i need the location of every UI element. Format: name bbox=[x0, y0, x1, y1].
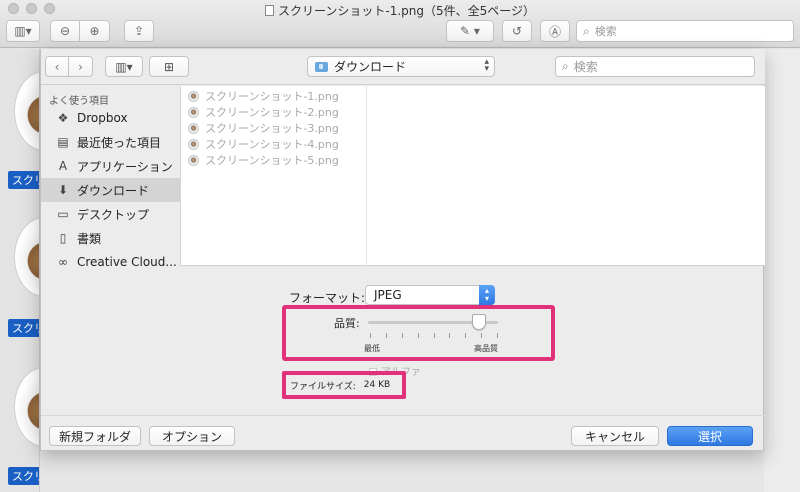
file-item[interactable]: スクリーンショット-4.png bbox=[188, 136, 339, 152]
zoom-in-button[interactable]: ⊕ bbox=[80, 20, 110, 42]
file-item[interactable]: スクリーンショット-1.png bbox=[188, 88, 339, 104]
slider-tick bbox=[497, 333, 498, 338]
sidebar-item-creative-cloud[interactable]: ∞ Creative Cloud... bbox=[41, 250, 180, 266]
thumbnail-image[interactable] bbox=[14, 217, 39, 297]
pen-icon: ✎ ▾ bbox=[460, 24, 480, 38]
sheet-button-bar: 新規フォルダ オプション キャンセル 選択 bbox=[41, 415, 765, 451]
thumbnail-sidebar: スクリ スクリ スクリーン…ト-3.png bbox=[0, 49, 40, 492]
view-mode-button[interactable]: ▥▾ bbox=[105, 56, 143, 77]
file-column: スクリーンショット-1.png スクリーンショット-2.png スクリーンショッ… bbox=[182, 86, 367, 266]
filesize-value: 24 KB bbox=[363, 380, 391, 390]
thumbnail-label[interactable]: スクリ bbox=[8, 171, 39, 189]
slider-tick bbox=[386, 333, 387, 338]
window-title: スクリーンショット-1.png（5件、全5ページ） bbox=[0, 2, 800, 19]
rotate-icon: ↺ bbox=[511, 24, 523, 38]
new-folder-button[interactable]: 新規フォルダ bbox=[49, 426, 141, 446]
rotate-button[interactable]: ↺ bbox=[502, 20, 532, 42]
markup-icon: Ⓐ bbox=[548, 24, 561, 39]
quality-slider-thumb[interactable] bbox=[472, 314, 486, 330]
share-button[interactable]: ⇪ bbox=[124, 20, 154, 42]
quality-slider-ticks bbox=[370, 333, 498, 339]
slider-tick bbox=[370, 333, 371, 338]
slider-tick bbox=[418, 333, 419, 338]
quality-label: 品質: bbox=[334, 317, 360, 330]
slider-tick bbox=[434, 333, 435, 338]
app-toolbar: スクリーンショット-1.png（5件、全5ページ） ▥▾ ⊖ ⊕ ⇪ ✎ ▾ ↺… bbox=[0, 0, 800, 48]
forward-button[interactable]: › bbox=[69, 56, 93, 77]
chevron-left-icon: ‹ bbox=[54, 59, 60, 74]
thumbnail-image[interactable] bbox=[14, 71, 39, 151]
new-folder-icon-button[interactable]: ⊞ bbox=[149, 56, 189, 77]
sidebar-toggle-button[interactable]: ▥▾ bbox=[6, 20, 40, 42]
updown-arrows-icon: ▴ ▾ bbox=[479, 285, 495, 305]
markup-pen-button[interactable]: ✎ ▾ bbox=[446, 20, 494, 42]
thumbnail-label[interactable]: スクリーン…ト-3.png bbox=[8, 467, 39, 485]
options-button[interactable]: オプション bbox=[149, 426, 235, 446]
image-file-icon bbox=[188, 90, 199, 102]
new-folder-icon: ⊞ bbox=[163, 59, 175, 74]
image-file-icon bbox=[188, 138, 199, 150]
zoom-out-button[interactable]: ⊖ bbox=[50, 20, 80, 42]
sheet-toolbar: ‹ › ▥▾ ⊞ ダウンロード ▴ ▾ ⌕ 検索 bbox=[41, 49, 765, 85]
search-icon: ⌕ bbox=[562, 59, 569, 73]
sheet-search-input[interactable]: ⌕ 検索 bbox=[555, 56, 755, 77]
recents-icon: ▤ bbox=[57, 135, 69, 149]
creative-cloud-icon: ∞ bbox=[58, 255, 68, 266]
documents-icon: ▯ bbox=[59, 231, 67, 245]
sidebar-item-documents[interactable]: ▯ 書類 bbox=[41, 226, 180, 250]
export-sheet: ‹ › ▥▾ ⊞ ダウンロード ▴ ▾ ⌕ 検索 よく使う項目 ❖ Dropbox ▤… bbox=[40, 49, 765, 451]
file-item[interactable]: スクリーンショット-5.png bbox=[188, 152, 339, 168]
favorites-sidebar: よく使う項目 ❖ Dropbox ▤ 最近使った項目 A アプリケーション ⬇ ダウンロ… bbox=[41, 86, 181, 266]
sidebar-item-dropbox[interactable]: ❖ Dropbox bbox=[41, 106, 180, 130]
file-item[interactable]: スクリーンショット-3.png bbox=[188, 120, 339, 136]
quality-highlight-box: 品質: 最低 高品質 bbox=[282, 305, 555, 361]
thumbnail-label[interactable]: スクリ bbox=[8, 319, 39, 337]
back-button[interactable]: ‹ bbox=[45, 56, 69, 77]
downloads-icon: ⬇ bbox=[57, 183, 69, 197]
file-item[interactable]: スクリーンショット-2.png bbox=[188, 104, 339, 120]
search-icon: ⌕ bbox=[583, 23, 590, 38]
location-popup[interactable]: ダウンロード ▴ ▾ bbox=[307, 56, 495, 77]
document-icon bbox=[264, 5, 274, 16]
select-button[interactable]: 選択 bbox=[667, 426, 753, 446]
format-label: フォーマット: bbox=[289, 291, 366, 305]
sidebar-item-desktop[interactable]: ▭ デスクトップ bbox=[41, 202, 180, 226]
nav-buttons: ‹ › bbox=[45, 56, 93, 77]
preview-canvas-edge bbox=[764, 49, 800, 492]
sidebar-item-applications[interactable]: A アプリケーション bbox=[41, 154, 180, 178]
file-browser: よく使う項目 ❖ Dropbox ▤ 最近使った項目 A アプリケーション ⬇ ダウンロ… bbox=[41, 86, 765, 266]
slider-tick bbox=[465, 333, 466, 338]
slider-tick bbox=[402, 333, 403, 338]
cancel-button[interactable]: キャンセル bbox=[571, 426, 659, 446]
share-icon: ⇪ bbox=[133, 24, 145, 38]
image-file-icon bbox=[188, 122, 199, 134]
filesize-label: ファイルサイズ: bbox=[290, 381, 356, 392]
slider-tick bbox=[449, 333, 450, 338]
columns-icon: ▥▾ bbox=[115, 59, 133, 74]
image-file-icon bbox=[188, 154, 199, 166]
sidebar-item-recents[interactable]: ▤ 最近使った項目 bbox=[41, 130, 180, 154]
quality-max-label: 高品質 bbox=[474, 344, 498, 353]
downloads-folder-icon bbox=[315, 61, 328, 72]
zoom-out-icon: ⊖ bbox=[59, 24, 71, 38]
desktop-icon: ▭ bbox=[57, 207, 69, 221]
app-search-input[interactable]: ⌕ 検索 bbox=[576, 20, 794, 42]
zoom-in-icon: ⊕ bbox=[89, 24, 100, 38]
format-popup[interactable]: JPEG ▴ ▾ bbox=[365, 285, 495, 305]
markup-button[interactable]: Ⓐ bbox=[540, 20, 570, 42]
quality-min-label: 最低 bbox=[364, 344, 380, 353]
thumbnail-image[interactable] bbox=[14, 367, 39, 447]
chevron-right-icon: › bbox=[78, 59, 83, 74]
updown-arrows-icon: ▴ ▾ bbox=[484, 57, 489, 74]
sidebar-icon: ▥▾ bbox=[14, 24, 32, 38]
image-file-icon bbox=[188, 106, 199, 118]
slider-tick bbox=[481, 333, 482, 338]
filesize-highlight-box: ファイルサイズ: 24 KB bbox=[282, 371, 406, 399]
applications-icon: A bbox=[58, 159, 68, 173]
sidebar-item-downloads[interactable]: ⬇ ダウンロード bbox=[41, 178, 180, 202]
sidebar-header: よく使う項目 bbox=[49, 96, 109, 107]
dropbox-icon: ❖ bbox=[57, 111, 69, 125]
